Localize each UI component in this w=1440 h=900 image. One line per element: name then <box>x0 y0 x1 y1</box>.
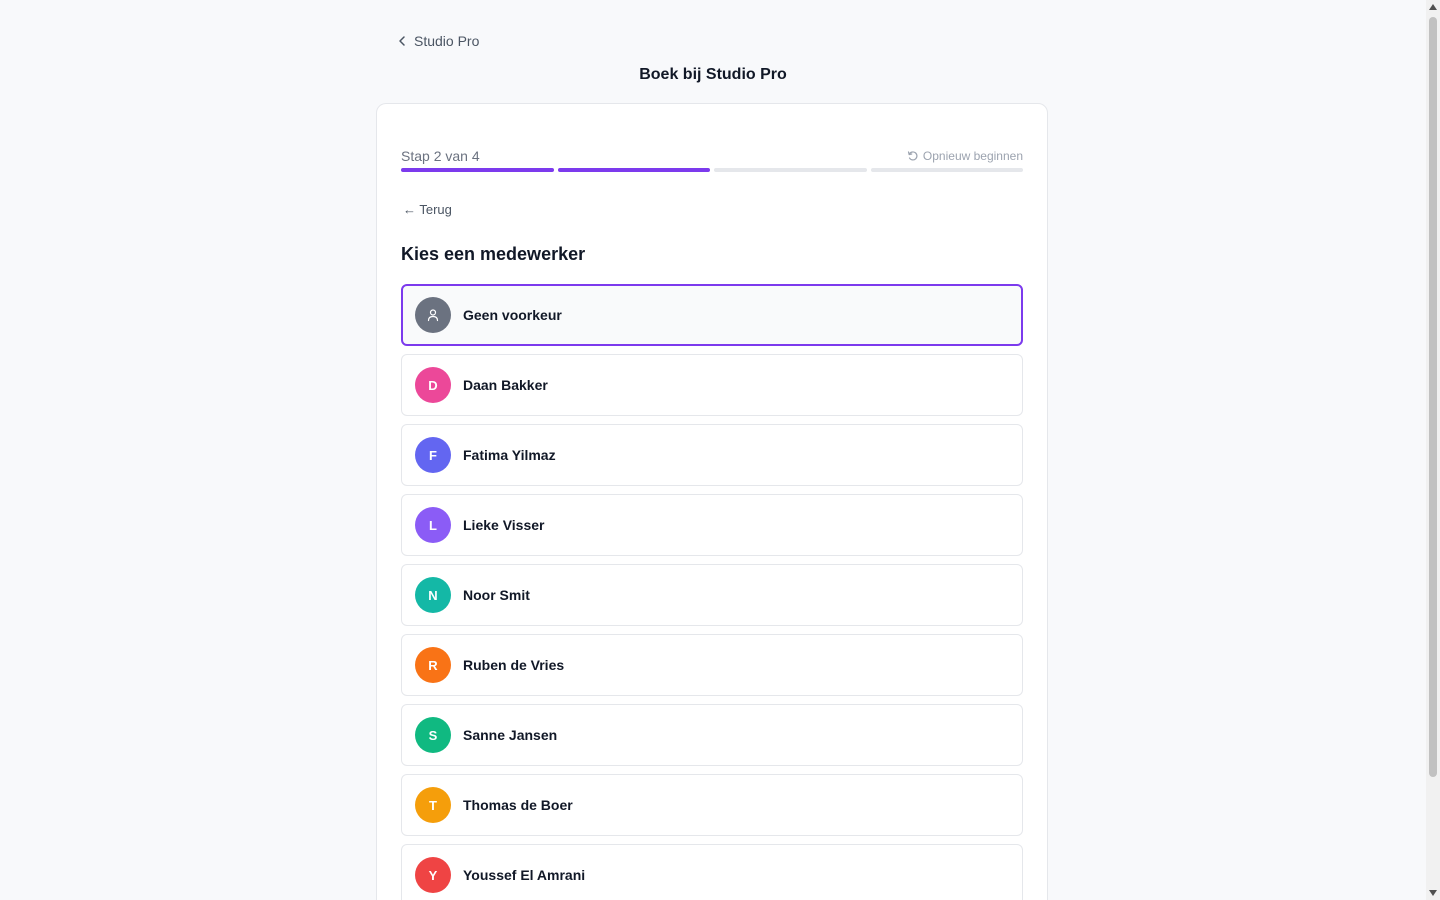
avatar: Y <box>415 857 451 893</box>
scroll-down-arrow-icon[interactable] <box>1429 890 1437 896</box>
staff-name: Ruben de Vries <box>463 657 565 673</box>
booking-page: Studio Pro Boek bij Studio Pro Stap 2 va… <box>0 0 1440 900</box>
staff-name: Noor Smit <box>463 587 530 603</box>
staff-list: Geen voorkeur D Daan Bakker F Fatima Yilmaz L… <box>401 284 1023 900</box>
staff-name: Youssef El Amrani <box>463 867 586 883</box>
staff-option[interactable]: Y Youssef El Amrani <box>401 844 1023 900</box>
avatar: F <box>415 437 451 473</box>
staff-option[interactable]: S Sanne Jansen <box>401 704 1023 766</box>
progress-segment <box>401 168 554 172</box>
restart-label: Opnieuw beginnen <box>922 149 1023 163</box>
staff-option[interactable]: N Noor Smit <box>401 564 1023 626</box>
avatar: R <box>415 647 451 683</box>
restart-icon <box>907 151 918 161</box>
avatar <box>415 297 451 333</box>
staff-name: Fatima Yilmaz <box>463 447 556 463</box>
avatar: D <box>415 367 451 403</box>
staff-option[interactable]: F Fatima Yilmaz <box>401 424 1023 486</box>
user-icon <box>427 309 439 322</box>
page-scrollbar[interactable] <box>1426 0 1440 900</box>
progress-segment <box>557 168 710 172</box>
staff-name: Sanne Jansen <box>463 727 558 743</box>
staff-option[interactable]: R Ruben de Vries <box>401 634 1023 696</box>
staff-option[interactable]: T Thomas de Boer <box>401 774 1023 836</box>
staff-name: Daan Bakker <box>463 377 548 393</box>
step-progress-bar <box>401 168 1023 172</box>
back-to-studio-link[interactable]: Studio Pro <box>396 33 479 49</box>
staff-option[interactable]: D Daan Bakker <box>401 354 1023 416</box>
section-title: Kies een medewerker <box>401 244 586 264</box>
staff-option[interactable]: Geen voorkeur <box>401 284 1023 346</box>
chevron-left-icon <box>399 36 405 46</box>
step-row: Stap 2 van 4 Opnieuw beginnen <box>401 146 1023 166</box>
scroll-up-arrow-icon[interactable] <box>1429 4 1437 10</box>
avatar: T <box>415 787 451 823</box>
back-button[interactable]: ← Terug <box>403 202 452 217</box>
step-indicator: Stap 2 van 4 <box>401 148 480 164</box>
avatar: L <box>415 507 451 543</box>
staff-name: Lieke Visser <box>463 517 545 533</box>
avatar: N <box>415 577 451 613</box>
avatar: S <box>415 717 451 753</box>
back-to-studio-label: Studio Pro <box>414 33 480 49</box>
progress-segment <box>714 168 867 172</box>
scrollbar-thumb[interactable] <box>1429 17 1437 777</box>
booking-card: Stap 2 van 4 Opnieuw beginnen ← Terug Ki… <box>376 103 1048 900</box>
progress-segment <box>870 168 1023 172</box>
staff-name: Geen voorkeur <box>463 307 562 323</box>
page-title: Boek bij Studio Pro <box>639 66 787 83</box>
restart-button[interactable]: Opnieuw beginnen <box>907 149 1023 163</box>
staff-option[interactable]: L Lieke Visser <box>401 494 1023 556</box>
staff-name: Thomas de Boer <box>463 797 573 813</box>
